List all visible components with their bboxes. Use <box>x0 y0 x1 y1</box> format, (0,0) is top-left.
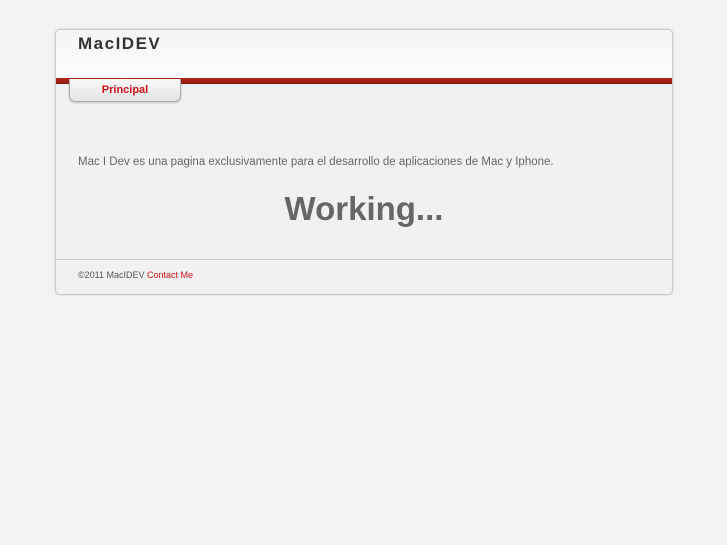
tab-principal[interactable]: Principal <box>69 79 181 102</box>
site-logo[interactable]: MacIDEV <box>78 34 161 54</box>
intro-text: Mac I Dev es una pagina exclusivamente p… <box>78 156 554 168</box>
contact-link[interactable]: Contact Me <box>147 270 193 280</box>
footer-divider <box>56 259 672 260</box>
copyright-text: ©2011 MacIDEV <box>78 270 145 280</box>
page-heading: Working... <box>284 190 444 227</box>
footer: ©2011 MacIDEV Contact Me <box>78 270 193 280</box>
page-container: MacIDEV Principal Mac I Dev es una pagin… <box>55 29 673 295</box>
header: MacIDEV <box>56 30 672 78</box>
